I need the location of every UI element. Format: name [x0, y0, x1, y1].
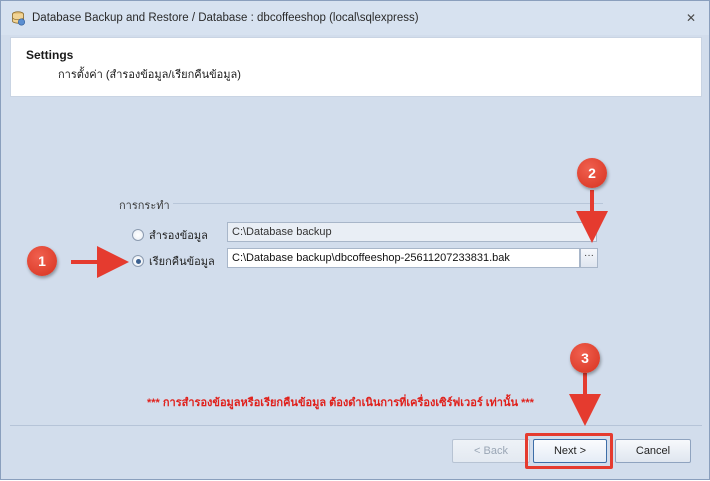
restore-option[interactable]: เรียกคืนข้อมูล — [132, 252, 215, 270]
backup-path-field[interactable]: C:\Database backup — [227, 222, 597, 242]
restore-radio[interactable] — [132, 255, 144, 267]
footer-divider — [10, 425, 702, 426]
database-backup-icon — [12, 11, 26, 26]
title-bar: Database Backup and Restore / Database :… — [1, 1, 709, 35]
cancel-button[interactable]: Cancel — [615, 439, 691, 463]
step-badge-2: 2 — [577, 158, 607, 188]
action-group-divider — [173, 203, 603, 204]
page-subtitle: การตั้งค่า (สำรองข้อมูล/เรียกคืนข้อมูล) — [58, 69, 241, 81]
next-button[interactable]: Next > — [533, 439, 607, 463]
backup-option[interactable]: สำรองข้อมูล — [132, 226, 208, 244]
backup-restore-window: Database Backup and Restore / Database :… — [0, 0, 710, 480]
browse-button[interactable]: ··· — [580, 248, 598, 268]
header-panel: Settings การตั้งค่า (สำรองข้อมูล/เรียกคื… — [10, 37, 702, 97]
step-badge-1: 1 — [27, 246, 57, 276]
backup-radio[interactable] — [132, 229, 144, 241]
step-badge-3: 3 — [570, 343, 600, 373]
page-title: Settings — [26, 48, 74, 62]
server-warning: *** การสำรองข้อมูลหรือเรียกคืนข้อมูล ต้อ… — [147, 397, 534, 409]
restore-radio-label[interactable]: เรียกคืนข้อมูล — [149, 252, 215, 270]
backup-radio-label[interactable]: สำรองข้อมูล — [149, 226, 208, 244]
window-title: Database Backup and Restore / Database :… — [32, 12, 419, 24]
action-group-label: การกระทำ — [119, 200, 170, 212]
restore-path-field[interactable]: C:\Database backup\dbcoffeeshop-25611207… — [227, 248, 580, 268]
close-icon[interactable]: ✕ — [683, 10, 699, 26]
back-button[interactable]: < Back — [452, 439, 530, 463]
